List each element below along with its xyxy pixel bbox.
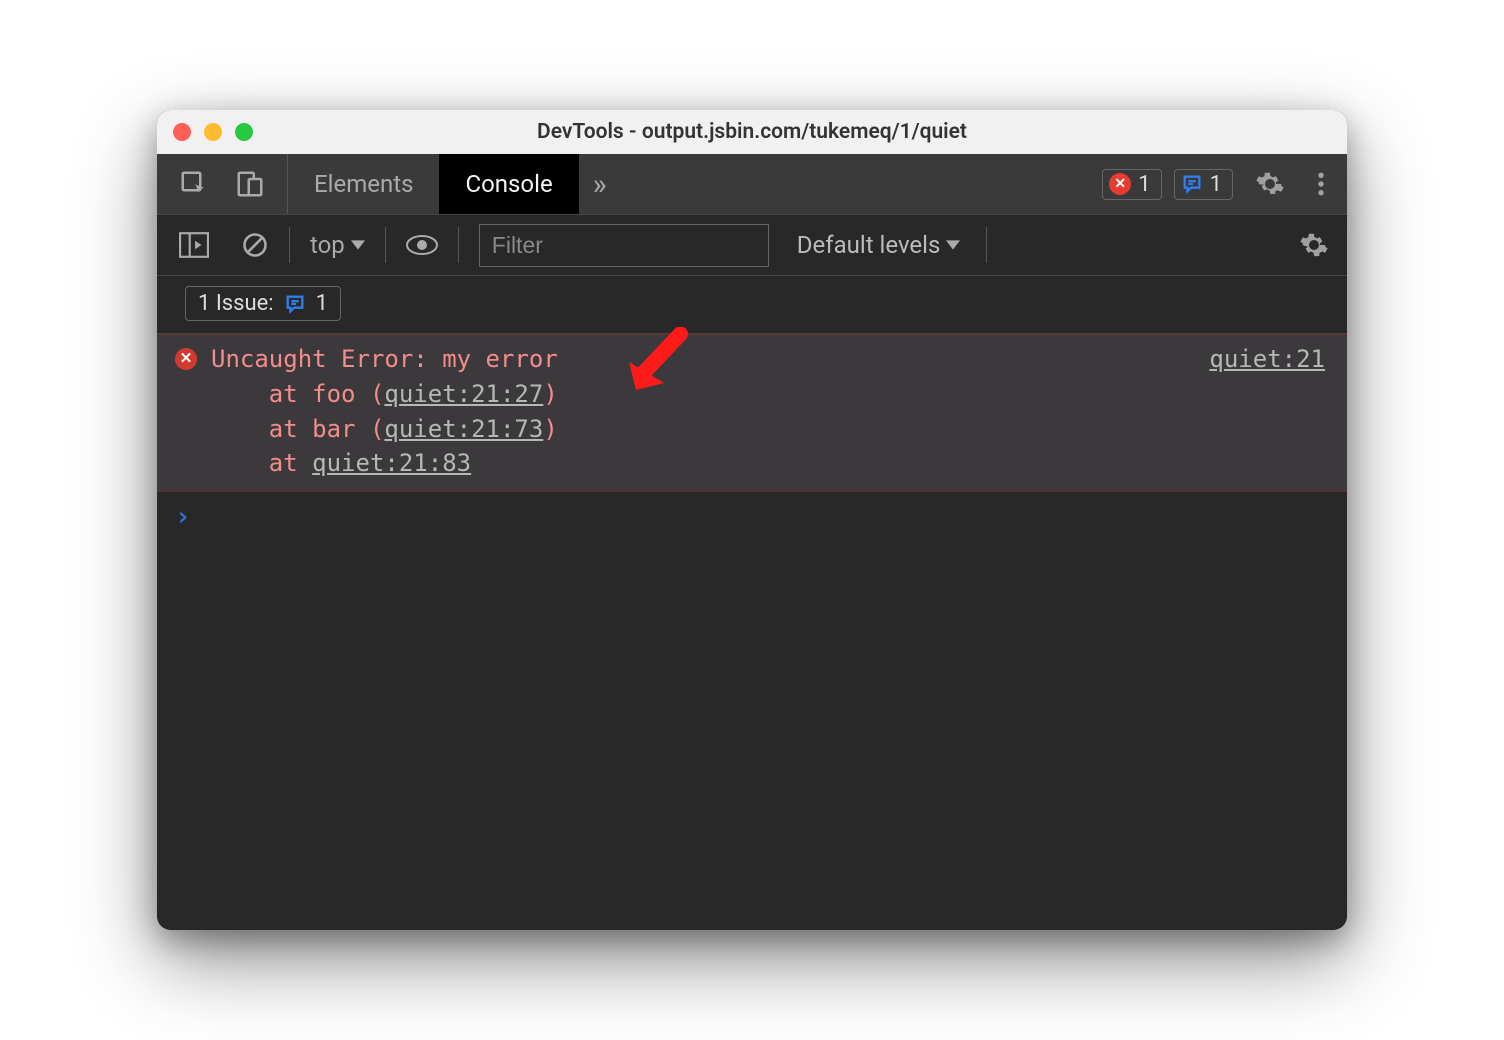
tab-console-label: Console (465, 170, 552, 198)
toggle-sidebar-icon[interactable] (179, 232, 209, 258)
stack-suffix: ) (543, 415, 557, 443)
stack-prefix: at bar ( (211, 415, 384, 443)
context-label: top (310, 231, 345, 259)
stack-link[interactable]: quiet:21:83 (312, 449, 471, 477)
status-badges: ✕ 1 1 (1102, 154, 1239, 214)
console-toolbar: top Default levels (157, 214, 1347, 276)
zoom-window-button[interactable] (235, 123, 253, 141)
error-message: Uncaught Error: my error (211, 342, 558, 377)
titlebar: DevTools - output.jsbin.com/tukemeq/1/qu… (157, 110, 1347, 154)
log-levels-selector[interactable]: Default levels (797, 231, 961, 259)
device-toolbar-icon[interactable] (235, 169, 265, 199)
dropdown-triangle-icon (946, 240, 960, 250)
stack-prefix: at foo ( (211, 380, 384, 408)
issue-icon (1181, 173, 1203, 195)
issue-count-badge[interactable]: 1 (1174, 169, 1233, 200)
stack-suffix: ) (543, 380, 557, 408)
stack-frame: at foo (quiet:21:27) (211, 377, 1325, 412)
context-selector[interactable]: top (310, 231, 365, 259)
filter-input[interactable] (479, 224, 769, 267)
more-options-button[interactable] (1301, 154, 1347, 214)
devtools-window: DevTools - output.jsbin.com/tukemeq/1/qu… (157, 110, 1347, 930)
issues-count: 1 (316, 291, 328, 316)
console-settings-button[interactable] (1295, 230, 1333, 260)
issues-pill[interactable]: 1 Issue: 1 (185, 286, 341, 321)
log-levels-label: Default levels (797, 231, 941, 259)
issue-icon (284, 293, 306, 315)
console-body[interactable] (157, 542, 1347, 930)
stack-link[interactable]: quiet:21:27 (384, 380, 543, 408)
inspect-element-icon[interactable] (179, 169, 209, 199)
traffic-lights (173, 123, 253, 141)
error-icon: ✕ (175, 348, 197, 370)
chevron-right-double-icon: » (593, 167, 607, 202)
window-title: DevTools - output.jsbin.com/tukemeq/1/qu… (157, 120, 1347, 144)
close-window-button[interactable] (173, 123, 191, 141)
issue-count: 1 (1210, 172, 1222, 197)
stack-frame: at bar (quiet:21:73) (211, 412, 1325, 447)
tab-console[interactable]: Console (439, 154, 578, 214)
stack-frame: at quiet:21:83 (211, 446, 1325, 481)
settings-button[interactable] (1239, 154, 1301, 214)
stack-link[interactable]: quiet:21:73 (384, 415, 543, 443)
dropdown-triangle-icon (351, 240, 365, 250)
stack-trace: at foo (quiet:21:27) at bar (quiet:21:73… (175, 377, 1325, 481)
error-source-link[interactable]: quiet:21 (1209, 342, 1325, 377)
issues-row: 1 Issue: 1 (157, 276, 1347, 334)
error-count-badge[interactable]: ✕ 1 (1102, 169, 1161, 200)
tab-elements-label: Elements (314, 170, 413, 198)
prompt-chevron-icon: › (175, 502, 191, 532)
devtools-tabbar: Elements Console » ✕ 1 1 (157, 154, 1347, 214)
console-error-entry: ✕ Uncaught Error: my error quiet:21 at f… (157, 334, 1347, 492)
stack-prefix: at (211, 449, 312, 477)
issues-label: 1 Issue: (198, 291, 274, 316)
tabs-overflow-button[interactable]: » (579, 154, 621, 214)
tab-elements[interactable]: Elements (288, 154, 439, 214)
error-icon: ✕ (1109, 173, 1131, 195)
console-prompt[interactable]: › (157, 492, 1347, 542)
clear-console-icon[interactable] (241, 231, 269, 259)
live-expression-icon[interactable] (406, 234, 438, 256)
error-count: 1 (1138, 172, 1150, 197)
minimize-window-button[interactable] (204, 123, 222, 141)
